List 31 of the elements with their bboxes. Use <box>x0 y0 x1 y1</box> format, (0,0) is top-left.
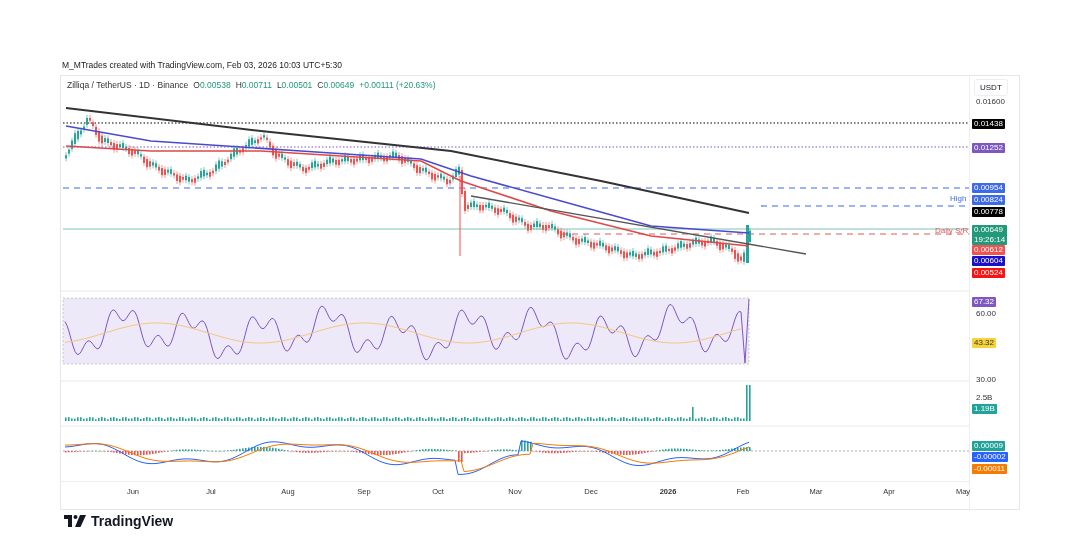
price-tag: 0.00524 <box>972 268 1005 278</box>
level-label: Daily S/R <box>935 226 969 235</box>
price-tag: 0.00824 <box>972 195 1005 205</box>
price-tag: 0.00009 <box>972 441 1005 451</box>
price-tag: 43.32 <box>972 338 997 348</box>
attribution-text: M_MTrades created with TradingView.com, Feb 03, 2026 10:03 UTC+5:30 <box>62 60 342 70</box>
price-tag: 0.00604 <box>972 256 1005 266</box>
axis-tick-label: 2.5B <box>976 393 993 403</box>
price-tag: 67.32 <box>972 297 997 307</box>
price-tag: 0.01438 <box>972 119 1005 129</box>
price-tag: 0.00954 <box>972 183 1005 193</box>
price-tag: 0.00778 <box>972 207 1005 217</box>
ohlc-value: L0.00501 <box>276 80 313 90</box>
brand-name: TradingView <box>91 513 174 529</box>
axis-tick-label: 30.00 <box>976 375 997 385</box>
ohlc-value: C0.00649 <box>317 80 355 90</box>
price-tag: 0.00649 19:26:14 <box>972 225 1008 245</box>
ohlc-value: H0.00711 <box>235 80 272 90</box>
price-tag: 0.00612 <box>972 245 1005 255</box>
ohlc-value: O0.00538 <box>193 80 231 90</box>
axis-tick-label: 60.00 <box>976 309 997 319</box>
level-label: High <box>950 194 967 203</box>
price-change: +0.00111 (+20.63%) <box>359 80 436 90</box>
price-tag: -0.00011 <box>972 464 1007 474</box>
price-tag: 0.01252 <box>972 143 1005 153</box>
symbol-title: Zilliqa / TetherUS · 1D · Binance <box>67 80 189 90</box>
currency-label: USDT <box>974 79 1008 96</box>
axis-tick-label: 0.01600 <box>976 97 1005 107</box>
logo-icon <box>64 515 86 527</box>
price-tag: 1.19B <box>972 404 997 414</box>
price-tag: -0.00002 <box>972 452 1008 462</box>
